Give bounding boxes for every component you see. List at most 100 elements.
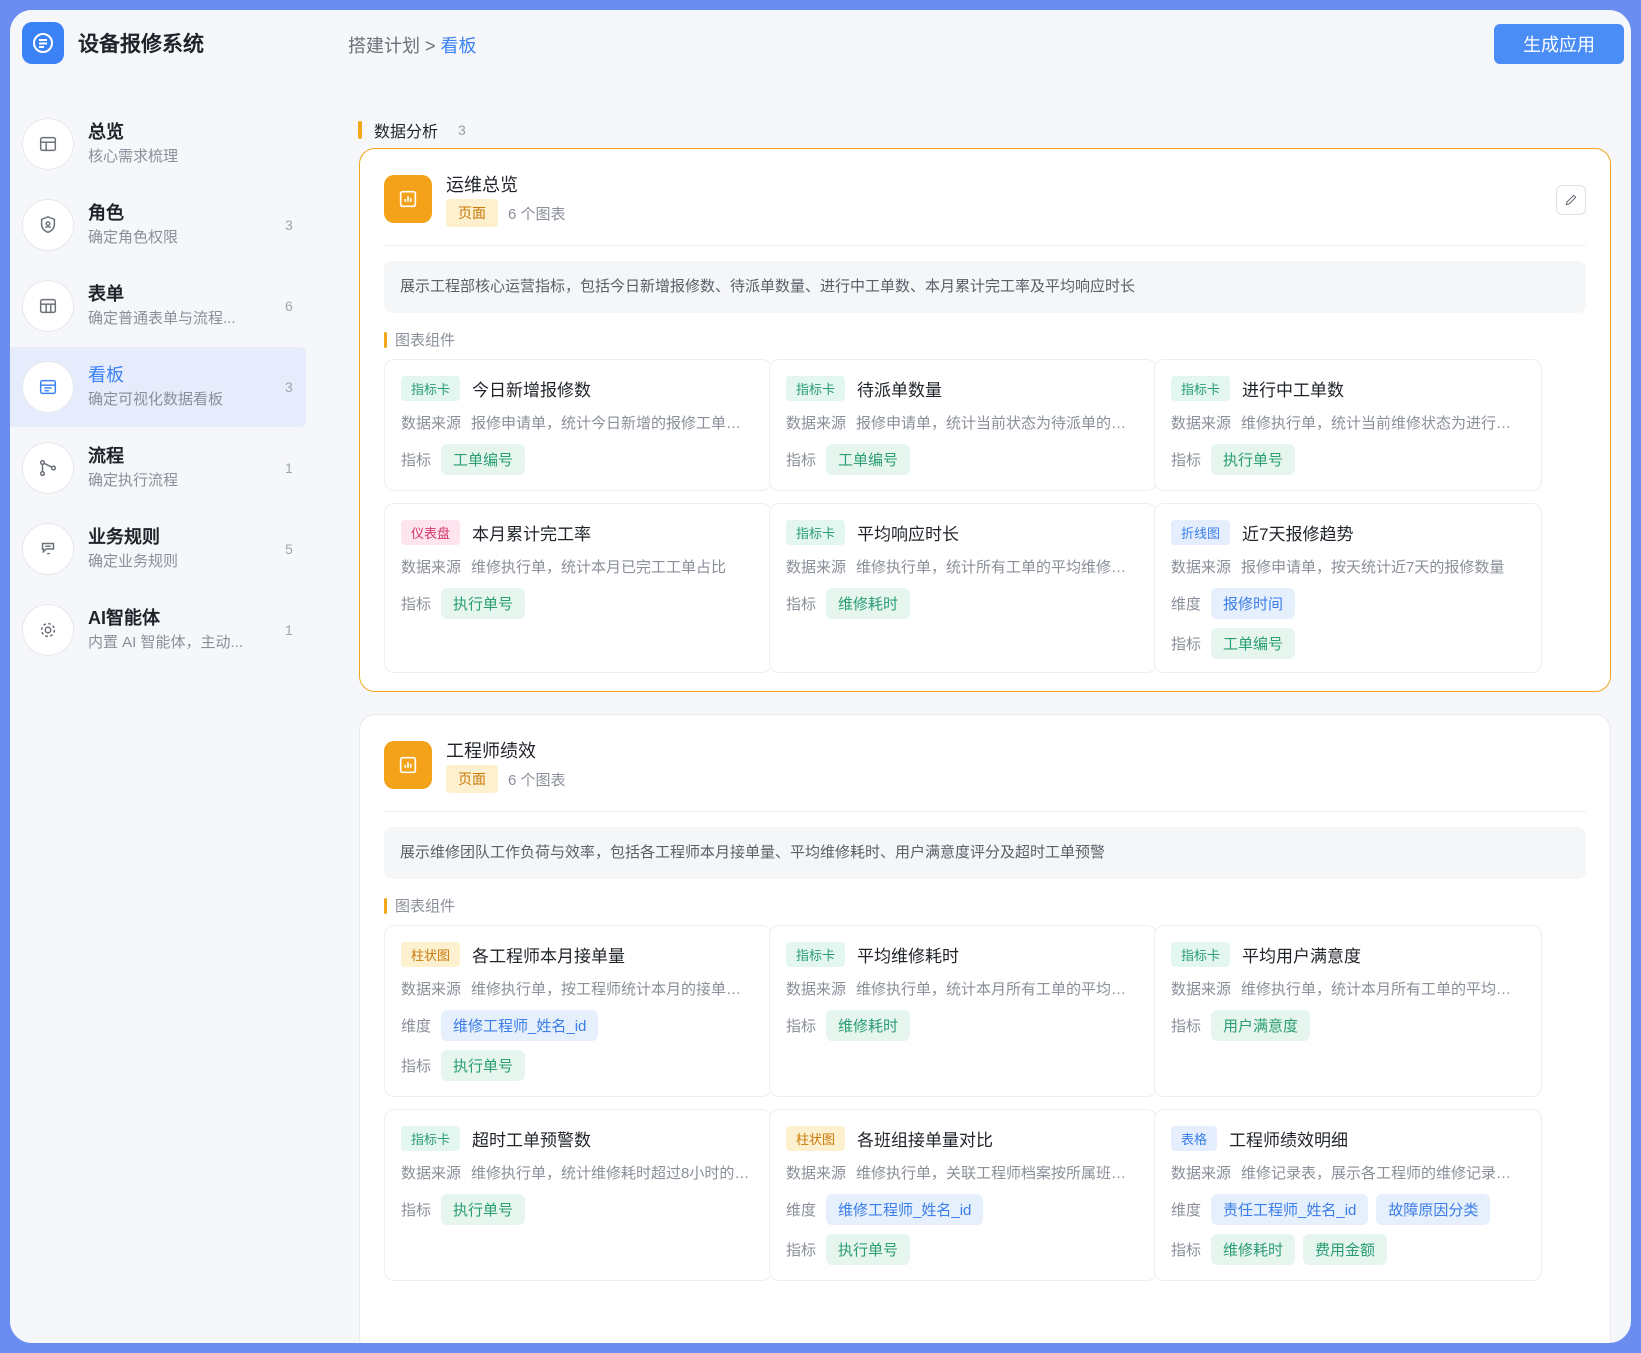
dashboard-card[interactable]: 运维总览 页面 6 个图表 展示工程部核心运营指标，包括今日新增报修数、待派单数… — [359, 148, 1611, 692]
dimension-chip: 报修时间 — [1211, 588, 1296, 619]
chart-count: 6 个图表 — [508, 205, 566, 223]
sidebar-item-subtitle: 确定执行流程 — [88, 472, 179, 489]
sidebar-item-icon — [22, 199, 74, 251]
edit-button[interactable] — [1556, 185, 1586, 215]
source-text: 维修执行单，统计本月所有工单的平均满意度 — [1241, 981, 1522, 998]
chart-component[interactable]: 指标卡 平均响应时长 数据来源 维修执行单，统计所有工单的平均维修耗时 指标 维修… — [769, 503, 1157, 673]
metric-label: 指标 — [786, 1242, 817, 1259]
component-type-tag: 仪表盘 — [401, 520, 461, 545]
metric-chip: 维修耗时 — [826, 588, 911, 619]
component-metric-row: 指标 执行单号 — [401, 1194, 533, 1225]
metric-label: 指标 — [1171, 452, 1202, 469]
card-description: 展示维修团队工作负荷与效率，包括各工程师本月接单量、平均维修耗时、用户满意度评分… — [384, 827, 1586, 879]
sidebar-item-count: 3 — [285, 379, 293, 395]
source-label: 数据来源 — [786, 1165, 847, 1182]
sidebar-item-count: 5 — [285, 541, 293, 557]
sidebar-item-title: 看板 — [88, 365, 124, 385]
metric-label: 指标 — [401, 1202, 432, 1219]
chart-component[interactable]: 折线图 近7天报修趋势 数据来源 报修申请单，按天统计近7天的报修数量 维度 报修… — [1154, 503, 1542, 673]
sidebar-item-rules[interactable]: 业务规则 确定业务规则 5 — [10, 509, 306, 589]
sidebar-item-text: 表单 确定普通表单与流程... — [88, 282, 258, 330]
components-title: 图表组件 — [395, 898, 456, 915]
sidebar-item-title: 表单 — [88, 284, 124, 304]
source-label: 数据来源 — [786, 559, 847, 576]
sidebar-item-icon — [22, 118, 74, 170]
source-label: 数据来源 — [786, 981, 847, 998]
metric-label: 指标 — [1171, 636, 1202, 653]
dashboard-card[interactable]: 工程师绩效 页面 6 个图表 展示维修团队工作负荷与效率，包括各工程师本月接单量… — [359, 714, 1611, 1343]
chart-component[interactable]: 仪表盘 本月累计完工率 数据来源 维修执行单，统计本月已完工工单占比 指标 执行单… — [384, 503, 772, 673]
sidebar-item-icon — [22, 361, 74, 413]
component-source-row: 数据来源 维修执行单，统计本月所有工单的平均维修耗时 — [786, 978, 1136, 999]
component-title: 平均响应时长 — [857, 525, 960, 544]
source-label: 数据来源 — [786, 415, 847, 432]
source-text: 维修执行单，统计当前维修状态为进行中的工单 — [1241, 415, 1521, 432]
component-title: 工程师绩效明细 — [1229, 1131, 1349, 1150]
source-text: 维修执行单，统计维修耗时超过8小时的工单 — [471, 1165, 752, 1182]
dimension-chip: 故障原因分类 — [1376, 1194, 1491, 1225]
source-text: 报修申请单，按天统计近7天的报修数量 — [1241, 559, 1505, 576]
component-dimension-row: 维度 维修工程师_姓名_id — [786, 1194, 991, 1225]
component-title: 近7天报修趋势 — [1242, 525, 1354, 544]
sidebar-item-title: AI智能体 — [88, 608, 160, 628]
breadcrumb-parent[interactable]: 搭建计划 > — [348, 36, 436, 56]
component-type-tag: 表格 — [1171, 1126, 1218, 1151]
component-source-row: 数据来源 维修执行单，统计维修耗时超过8小时的工单 — [401, 1162, 751, 1183]
sidebar-item-forms[interactable]: 表单 确定普通表单与流程... 6 — [10, 266, 306, 346]
chart-component[interactable]: 指标卡 待派单数量 数据来源 报修申请单，统计当前状态为待派单的工单数量 指标工… — [769, 359, 1157, 491]
generate-app-button[interactable]: 生成应用 — [1494, 24, 1624, 64]
metric-chip: 用户满意度 — [1211, 1010, 1311, 1041]
dimension-label: 维度 — [786, 1202, 817, 1219]
dimension-label: 维度 — [401, 1018, 432, 1035]
component-dimension-row: 维度 维修工程师_姓名_id — [401, 1010, 606, 1041]
card-meta: 页面 6 个图表 — [446, 199, 566, 227]
component-header: 指标卡 平均用户满意度 — [1171, 942, 1361, 967]
chart-component[interactable]: 柱状图 各工程师本月接单量 数据来源 维修执行单，按工程师统计本月的接单数量 维… — [384, 925, 772, 1097]
component-source-row: 数据来源 维修执行单，统计所有工单的平均维修耗时 — [786, 556, 1136, 577]
sidebar-item-ai-agent[interactable]: AI智能体 内置 AI 智能体，主动... 1 — [10, 590, 306, 670]
chart-component[interactable]: 指标卡 平均维修耗时 数据来源 维修执行单，统计本月所有工单的平均维修耗时 指标… — [769, 925, 1157, 1097]
source-label: 数据来源 — [401, 1165, 462, 1182]
sidebar-item-flow[interactable]: 流程 确定执行流程 1 — [10, 428, 306, 508]
component-header: 表格 工程师绩效明细 — [1171, 1126, 1348, 1151]
sidebar-item-overview[interactable]: 总览 核心需求梳理 — [10, 104, 306, 184]
sidebar-item-text: AI智能体 内置 AI 智能体，主动... — [88, 606, 258, 654]
chart-component[interactable]: 表格 工程师绩效明细 数据来源 维修记录表，展示各工程师的维修记录明细 维度 责任… — [1154, 1109, 1542, 1281]
chart-component[interactable]: 指标卡 今日新增报修数 数据来源 报修申请单，统计今日新增的报修工单数量 指标工… — [384, 359, 772, 491]
sidebar-item-dashboard[interactable]: 看板 确定可视化数据看板 3 — [10, 347, 306, 427]
chart-component[interactable]: 指标卡 进行中工单数 数据来源 维修执行单，统计当前维修状态为进行中的工单 指标… — [1154, 359, 1542, 491]
chart-component[interactable]: 指标卡 平均用户满意度 数据来源 维修执行单，统计本月所有工单的平均满意度 指标… — [1154, 925, 1542, 1097]
component-title: 进行中工单数 — [1242, 381, 1345, 400]
component-title: 各班组接单量对比 — [857, 1131, 994, 1150]
metric-label: 指标 — [786, 1018, 817, 1035]
component-type-tag: 折线图 — [1171, 520, 1231, 545]
chart-component[interactable]: 柱状图 各班组接单量对比 数据来源 维修执行单，关联工程师档案按所属班组统计 维… — [769, 1109, 1157, 1281]
section-header: 数据分析 3 — [358, 118, 466, 142]
page-tag: 页面 — [446, 765, 498, 793]
chart-count: 6 个图表 — [508, 771, 566, 789]
sidebar-item-count: 3 — [285, 217, 293, 233]
app-logo-icon — [22, 22, 64, 64]
breadcrumb-current: 看板 — [440, 36, 477, 56]
component-header: 指标卡 今日新增报修数 — [401, 376, 591, 401]
component-type-tag: 指标卡 — [1171, 376, 1231, 401]
chart-component[interactable]: 指标卡 超时工单预警数 数据来源 维修执行单，统计维修耗时超过8小时的工单 指标… — [384, 1109, 772, 1281]
sidebar-item-text: 业务规则 确定业务规则 — [88, 525, 258, 573]
sidebar-item-subtitle: 核心需求梳理 — [88, 148, 179, 165]
sidebar-item-count: 1 — [285, 460, 293, 476]
component-metric-row: 指标 工单编号 — [786, 444, 918, 475]
dimension-chip: 维修工程师_姓名_id — [441, 1010, 599, 1041]
component-title: 今日新增报修数 — [472, 381, 592, 400]
metric-chip: 维修耗时 — [826, 1010, 911, 1041]
table-icon — [39, 136, 57, 152]
rule-icon — [41, 542, 55, 555]
component-header: 指标卡 待派单数量 — [786, 376, 942, 401]
components-accent-bar — [384, 897, 387, 914]
component-source-row: 数据来源 维修执行单，按工程师统计本月的接单数量 — [401, 978, 751, 999]
sidebar-item-count: 6 — [285, 298, 293, 314]
sidebar-item-roles[interactable]: 角色 确定角色权限 3 — [10, 185, 306, 265]
component-source-row: 数据来源 报修申请单，按天统计近7天的报修数量 — [1171, 556, 1521, 577]
component-header: 柱状图 各工程师本月接单量 — [401, 942, 625, 967]
source-label: 数据来源 — [1171, 559, 1232, 576]
component-header: 指标卡 超时工单预警数 — [401, 1126, 591, 1151]
